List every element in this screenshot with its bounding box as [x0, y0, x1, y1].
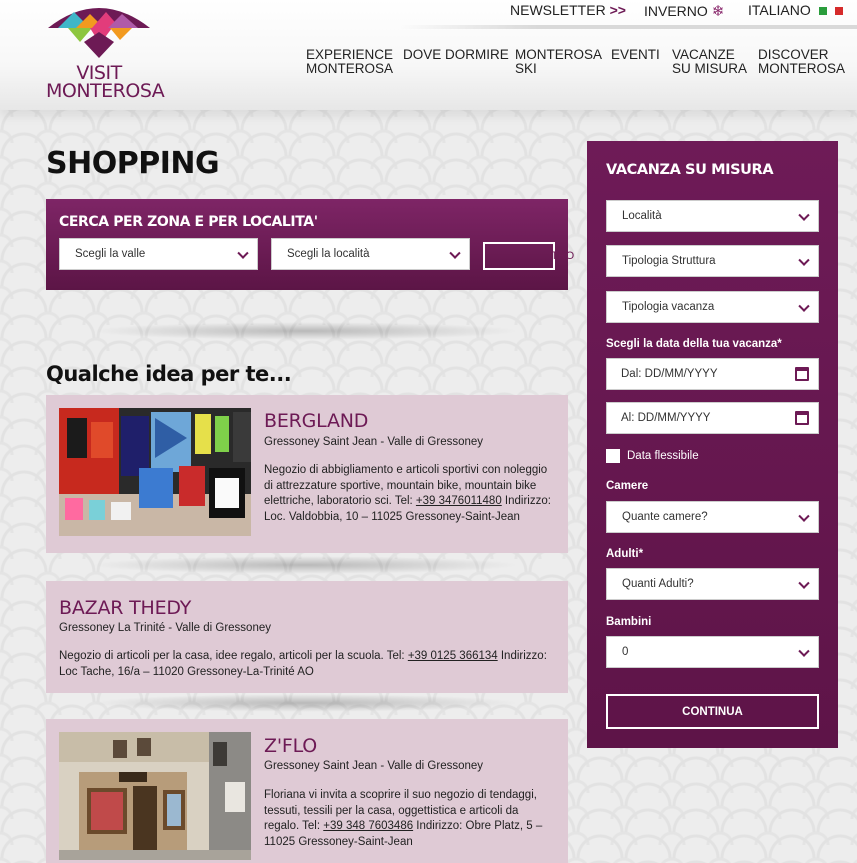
nav-vacanze-su-misura[interactable]: VACANZE SU MISURA	[672, 48, 747, 76]
nav-label-line2: MONTEROSA	[758, 61, 846, 76]
chevron-down-icon	[798, 645, 810, 657]
language-label: ITALIANO	[748, 2, 811, 18]
snowflake-icon: ❄	[711, 3, 725, 20]
date-from-placeholder: Dal: DD/MM/YYYY	[621, 368, 718, 380]
camere-label: Camere	[606, 480, 649, 492]
search-button[interactable]: TRO	[483, 242, 574, 270]
continue-button-label: CONTINUA	[682, 705, 743, 718]
flexible-date-checkbox[interactable]	[606, 449, 620, 463]
ideas-section-title: Qualche idea per te...	[46, 362, 292, 386]
shop-card-bergland[interactable]: BERGLAND Gressoney Saint Jean - Valle di…	[46, 395, 568, 553]
nav-label-line1: EXPERIENCE	[306, 47, 394, 62]
localita-dropdown-value: Località	[622, 210, 662, 222]
adulti-dropdown-value: Quanti Adulti?	[622, 578, 694, 590]
chevron-down-icon	[449, 247, 461, 259]
shop-name[interactable]: BERGLAND	[264, 410, 368, 432]
tipologia-struttura-value: Tipologia Struttura	[622, 255, 716, 267]
date-to-placeholder: Al: DD/MM/YYYY	[621, 412, 711, 424]
nav-label-line2: MONTEROSA	[306, 61, 394, 76]
language-switch[interactable]: ITALIANO	[748, 2, 843, 18]
shop-name[interactable]: BAZAR THEDY	[59, 597, 191, 619]
nav-label-line2: SU MISURA	[672, 61, 748, 76]
nav-discover-monterosa[interactable]: DISCOVER MONTEROSA	[758, 48, 845, 76]
tipologia-vacanza-value: Tipologia vacanza	[622, 301, 715, 313]
page-title: SHOPPING	[46, 146, 220, 181]
chevron-down-icon	[237, 247, 249, 259]
zone-search-box: CERCA PER ZONA E PER LOCALITA' Scegli la…	[46, 199, 574, 290]
mountain-logo-icon	[48, 8, 150, 58]
date-to-input[interactable]: Al: DD/MM/YYYY	[606, 402, 819, 434]
nav-label-line1: MONTEROSA	[515, 47, 603, 62]
nav-eventi[interactable]: EVENTI	[611, 48, 660, 62]
shop-location: Gressoney Saint Jean - Valle di Gressone…	[264, 760, 484, 772]
tipologia-struttura-dropdown[interactable]: Tipologia Struttura	[606, 245, 819, 277]
shop-exterior-photo	[59, 732, 251, 860]
nav-label-line1: DISCOVER	[758, 47, 829, 62]
italian-flag-icon	[818, 7, 843, 16]
adulti-dropdown[interactable]: Quanti Adulti?	[606, 568, 819, 600]
nav-label-line1: VACANZE	[672, 47, 735, 62]
valle-select-value: Scegli la valle	[75, 248, 146, 260]
chevron-down-icon	[798, 254, 810, 266]
shop-location: Gressoney La Trinité - Valle di Gressone…	[59, 622, 271, 634]
bambini-dropdown[interactable]: 0	[606, 636, 819, 668]
tipologia-vacanza-dropdown[interactable]: Tipologia vacanza	[606, 291, 819, 323]
localita-select[interactable]: Scegli la località	[271, 238, 470, 270]
nav-label-line1: EVENTI	[611, 47, 660, 62]
shop-description-text: Negozio di articoli per la casa, idee re…	[59, 650, 408, 662]
logo-text-monterosa: MONTEROSA	[46, 80, 165, 102]
camere-dropdown-value: Quante camere?	[622, 511, 708, 523]
chevron-down-icon	[798, 300, 810, 312]
shop-location: Gressoney Saint Jean - Valle di Gressone…	[264, 436, 484, 448]
camere-dropdown[interactable]: Quante camere?	[606, 501, 819, 533]
panel-title: VACANZA SU MISURA	[606, 162, 774, 178]
date-label: Scegli la data della tua vacanza*	[606, 338, 782, 350]
site-header: VISIT MONTEROSA NEWSLETTER >> INVERNO ❄ …	[0, 0, 857, 110]
newsletter-label: NEWSLETTER	[510, 2, 606, 18]
nav-label-line1: DOVE DORMIRE	[403, 47, 509, 62]
shop-name[interactable]: Z'FLO	[264, 735, 317, 757]
bambini-dropdown-value: 0	[622, 646, 629, 658]
topbar-divider	[400, 25, 857, 29]
adulti-label: Adulti*	[606, 548, 644, 560]
shop-card-zflo[interactable]: Z'FLO Gressoney Saint Jean - Valle di Gr…	[46, 719, 568, 863]
search-title: CERCA PER ZONA E PER LOCALITA'	[59, 214, 318, 230]
card-shadow	[90, 556, 520, 574]
season-label: INVERNO	[644, 3, 708, 19]
nav-monterosa-ski[interactable]: MONTEROSA SKI	[515, 48, 602, 76]
calendar-icon[interactable]	[795, 367, 809, 381]
calendar-icon[interactable]	[795, 411, 809, 425]
newsletter-link[interactable]: NEWSLETTER >>	[510, 2, 626, 18]
chevron-down-icon	[798, 577, 810, 589]
localita-select-value: Scegli la località	[287, 248, 370, 260]
season-switch[interactable]: INVERNO ❄	[644, 2, 724, 20]
shop-description: Negozio di abbigliamento e articoli spor…	[264, 463, 554, 525]
bambini-label: Bambini	[606, 616, 652, 628]
date-from-input[interactable]: Dal: DD/MM/YYYY	[606, 358, 819, 390]
shop-description: Floriana vi invita a scoprire il suo neg…	[264, 788, 554, 850]
nav-label-line2: SKI	[515, 61, 537, 76]
section-shadow	[90, 322, 520, 340]
flexible-date-label: Data flessibile	[627, 450, 699, 462]
shop-phone-link[interactable]: +39 348 7603486	[323, 820, 413, 832]
localita-dropdown[interactable]: Località	[606, 200, 819, 232]
continue-button[interactable]: CONTINUA	[606, 694, 819, 729]
vacation-builder-panel: VACANZA SU MISURA Località Tipologia Str…	[587, 141, 838, 748]
shop-description: Negozio di articoli per la casa, idee re…	[59, 649, 559, 680]
shop-phone-link[interactable]: +39 3476011480	[416, 495, 502, 507]
double-chevron-right-icon: >>	[609, 2, 626, 18]
visit-monterosa-logo[interactable]: VISIT MONTEROSA	[46, 2, 165, 102]
valle-select[interactable]: Scegli la valle	[59, 238, 258, 270]
nav-experience-monterosa[interactable]: EXPERIENCE MONTEROSA	[306, 48, 393, 76]
shop-card-bazar-thedy[interactable]: BAZAR THEDY Gressoney La Trinité - Valle…	[46, 581, 568, 693]
shop-phone-link[interactable]: +39 0125 366134	[408, 650, 498, 662]
chevron-down-icon	[798, 209, 810, 221]
nav-dove-dormire[interactable]: DOVE DORMIRE	[403, 48, 509, 62]
search-button-label: TRO	[551, 250, 575, 262]
card-shadow	[90, 694, 520, 712]
chevron-down-icon	[798, 510, 810, 522]
shop-interior-photo	[59, 408, 251, 536]
